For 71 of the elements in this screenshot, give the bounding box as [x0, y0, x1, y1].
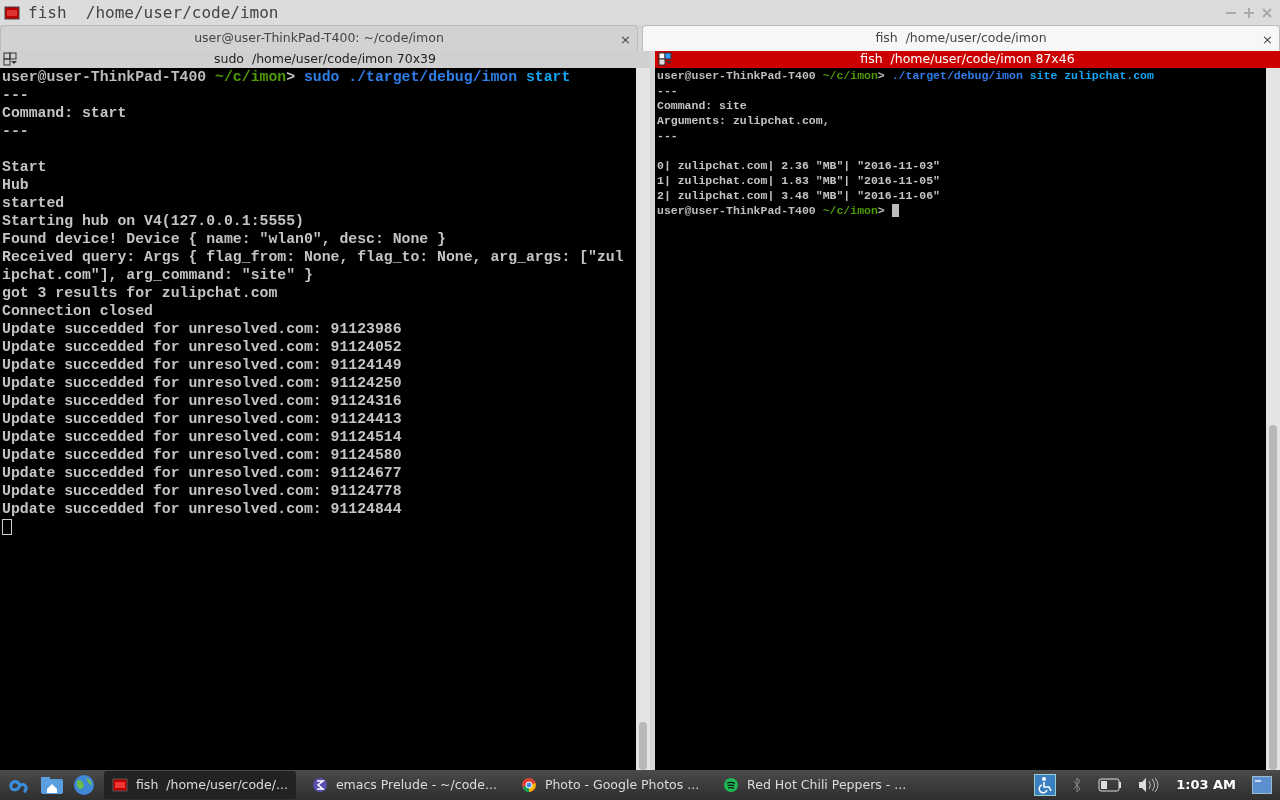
emacs-icon — [311, 777, 328, 793]
volume-icon[interactable] — [1138, 777, 1161, 793]
terminal-icon — [112, 777, 128, 793]
terminal-text: Update succedded for unresolved.com: 91124677 — [2, 465, 402, 481]
terminal-icon — [4, 5, 20, 20]
scrollbar[interactable] — [1266, 68, 1280, 770]
terminal-text: Update succedded for unresolved.com: 91123986 — [2, 321, 402, 337]
terminal-text: 2| zulipchat.com| 3.48 "MB"| "2016-11-06" — [657, 189, 940, 202]
bluetooth-icon[interactable] — [1072, 777, 1083, 793]
terminal-text: --- — [2, 87, 29, 103]
terminal-text: user@user-ThinkPad-T400 — [657, 69, 816, 82]
pane-header: sudo /home/user/code/imon 70x39 — [0, 51, 650, 68]
terminal-text: Command: site — [657, 99, 747, 112]
cursor — [891, 204, 899, 218]
scrollbar[interactable] — [636, 68, 650, 770]
terminal-text: 0| zulipchat.com| 2.36 "MB"| "2016-11-03" — [657, 159, 940, 172]
taskbar-button[interactable]: emacs Prelude - ~/code... — [303, 771, 505, 799]
terminal-text: Update succedded for unresolved.com: 91124250 — [2, 375, 402, 391]
terminal-text: ~/c/imon — [214, 69, 287, 85]
taskbar-button[interactable]: Photo - Google Photos ... — [512, 771, 708, 799]
terminal-text: --- — [657, 84, 678, 97]
terminal-text: ~/c/imon — [821, 69, 878, 82]
terminal-text: sudo ./target/debug/imon — [303, 69, 518, 85]
terminal-text: Hub — [2, 177, 29, 193]
terminal-text: Update succedded for unresolved.com: 91124778 — [2, 483, 402, 499]
terminal-text: Starting hub on V4(127.0.0.1:5555) — [2, 213, 304, 229]
accessibility-icon[interactable] — [1034, 774, 1057, 796]
terminal-text: Connection closed — [2, 303, 153, 319]
terminal-text: Update succedded for unresolved.com: 91124149 — [2, 357, 402, 373]
terminal-text: start — [524, 69, 571, 85]
terminal-text: site zulipchat.com — [1028, 69, 1154, 82]
terminal-text: got 3 results for zulipchat.com — [2, 285, 278, 301]
terminal-text: > — [286, 69, 297, 85]
terminal-text: Received query: Args { flag_from: None, flag_to: None, arg_args: ["zul — [2, 249, 624, 265]
taskbar-button[interactable]: Red Hot Chili Peppers - ... — [715, 771, 915, 799]
tab[interactable]: fish /home/user/code/imon × — [642, 25, 1280, 51]
terminal-text: Start — [2, 159, 47, 175]
globe-icon[interactable] — [72, 773, 96, 797]
terminal-text: ./target/debug/imon — [891, 69, 1023, 82]
window-title: fish /home/user/code/imon — [28, 1, 279, 24]
terminal-text: --- — [2, 123, 29, 139]
chrome-icon — [520, 777, 537, 793]
terminal-text: Update succedded for unresolved.com: 91124844 — [2, 501, 402, 517]
terminal-text: Command: start — [2, 105, 127, 121]
tab-close-button[interactable]: × — [620, 30, 631, 50]
spotify-icon — [723, 777, 740, 793]
terminal-text: > — [877, 204, 886, 217]
taskbar-button[interactable]: fish /home/user/code/... — [104, 771, 296, 799]
terminal-text: ~/c/imon — [821, 204, 878, 217]
tab-close-button[interactable]: × — [1262, 30, 1273, 50]
terminal-text: Update succedded for unresolved.com: 91124316 — [2, 393, 402, 409]
cursor — [2, 519, 12, 536]
desktop-icon[interactable] — [1252, 776, 1272, 794]
terminal-text: Arguments: zulipchat.com, — [657, 114, 830, 127]
battery-icon[interactable] — [1098, 778, 1123, 792]
terminal-text: Update succedded for unresolved.com: 91124514 — [2, 429, 402, 445]
clock[interactable]: 1:03 AM — [1176, 775, 1236, 795]
terminal-text: user@user-ThinkPad-T400 — [2, 69, 207, 85]
terminal-text: 1| zulipchat.com| 1.83 "MB"| "2016-11-05" — [657, 174, 940, 187]
tab[interactable]: user@user-ThinkPad-T400: ~/code/imon × — [0, 25, 638, 51]
terminal-text: Update succedded for unresolved.com: 91124413 — [2, 411, 402, 427]
terminal-text: started — [2, 195, 65, 211]
terminal-text: user@user-ThinkPad-T400 — [657, 204, 816, 217]
terminal-text: > — [877, 69, 886, 82]
terminal-text: Update succedded for unresolved.com: 91124580 — [2, 447, 402, 463]
terminal-text: Update succedded for unresolved.com: 91124052 — [2, 339, 402, 355]
terminal-text: Found device! Device { name: "wlan0", desc: None } — [2, 231, 446, 247]
home-folder-icon[interactable] — [40, 775, 64, 795]
terminal-text: --- — [657, 129, 678, 142]
pane-header: fish /home/user/code/imon 87x46 — [655, 51, 1280, 68]
terminal-text: ipchat.com"], arg_command: "site" } — [2, 267, 313, 283]
